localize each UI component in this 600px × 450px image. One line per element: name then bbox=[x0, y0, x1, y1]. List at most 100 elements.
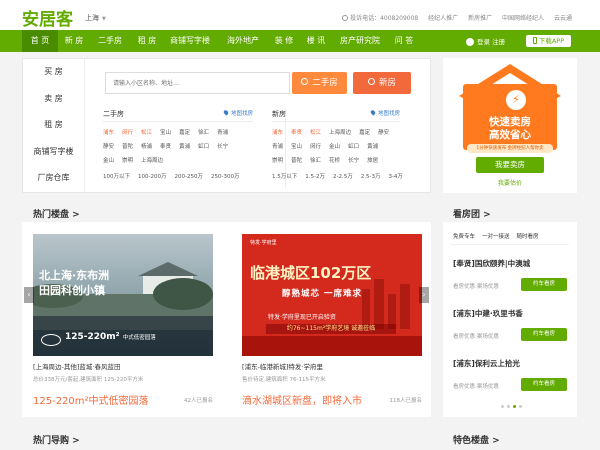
district-link[interactable]: 金山 bbox=[103, 158, 114, 164]
nav-news[interactable]: 楼 讯 bbox=[300, 30, 332, 52]
book-car-button[interactable]: 约车看房 bbox=[521, 278, 567, 291]
second-hand-map-link[interactable]: 地图找房 bbox=[222, 109, 253, 117]
district-link[interactable]: 虹口 bbox=[348, 144, 359, 150]
district-link[interactable]: 浦东 bbox=[272, 130, 283, 136]
search-new-house-button[interactable]: 新房 bbox=[353, 72, 411, 94]
property-image[interactable]: 特发·学府里 临港城区102万区 醇熟城芯 一席难求 特发·学府里现已开启验资 … bbox=[242, 234, 422, 356]
price-link[interactable]: 200-250万 bbox=[174, 174, 202, 180]
district-link[interactable]: 徐汇 bbox=[310, 158, 321, 164]
district-link[interactable]: 嘉定 bbox=[179, 130, 190, 136]
nav-new-house[interactable]: 新 房 bbox=[58, 30, 90, 52]
carousel-dot[interactable] bbox=[518, 405, 522, 408]
download-app-button[interactable]: 下载APP bbox=[526, 35, 571, 47]
tour-section-title[interactable]: 看房团 > bbox=[453, 207, 491, 220]
new-house-map-link[interactable]: 地图找房 bbox=[369, 109, 400, 117]
nav-overseas[interactable]: 海外地产 bbox=[221, 30, 265, 52]
price-link[interactable]: 100-200万 bbox=[138, 174, 166, 180]
district-link[interactable]: 长宁 bbox=[217, 144, 228, 150]
china-agent-link[interactable]: 中国网络经纪人 bbox=[502, 15, 544, 22]
district-link[interactable]: 黄浦 bbox=[179, 144, 190, 150]
price-link[interactable]: 1.5万以下 bbox=[272, 174, 297, 180]
property-image[interactable]: 北上海·东布洲 田园科创小镇 125-220m² 中式低密园落 bbox=[33, 234, 213, 356]
agent-promo-link[interactable]: 经纪人推广 bbox=[428, 15, 458, 22]
property-title[interactable]: [浦东-临港新城]特发·学府里 bbox=[242, 361, 323, 371]
carousel-dot[interactable] bbox=[500, 405, 504, 408]
price-link[interactable]: 2-2.5万 bbox=[333, 174, 353, 180]
district-link[interactable]: 徐汇 bbox=[198, 130, 209, 136]
district-link[interactable]: 普陀 bbox=[291, 158, 302, 164]
nav-decoration[interactable]: 装 修 bbox=[268, 30, 300, 52]
district-link[interactable]: 长宁 bbox=[348, 158, 359, 164]
complaint-phone[interactable]: 投诉电话：4008209008 bbox=[342, 15, 418, 22]
district-link[interactable]: 上海周边 bbox=[329, 130, 351, 136]
district-link[interactable]: 宝山 bbox=[160, 130, 171, 136]
district-link[interactable]: 金山 bbox=[329, 144, 340, 150]
nav-rent[interactable]: 租 房 bbox=[131, 30, 163, 52]
category-sell[interactable]: 卖 房 bbox=[23, 86, 84, 113]
city-selector[interactable]: 上海 ▼ bbox=[85, 13, 106, 23]
district-link[interactable]: 松江 bbox=[310, 130, 321, 136]
price-link[interactable]: 3-4万 bbox=[388, 174, 402, 180]
new-house-title: 新房 bbox=[272, 110, 286, 118]
district-link[interactable]: 静安 bbox=[378, 130, 389, 136]
carousel-dot-active[interactable] bbox=[512, 405, 516, 408]
district-link[interactable]: 青浦 bbox=[272, 144, 283, 150]
district-link[interactable]: 浦东 bbox=[103, 130, 114, 136]
carousel-next-button[interactable]: › bbox=[419, 287, 429, 303]
nav-commercial[interactable]: 商铺写字楼 bbox=[165, 30, 215, 52]
district-link[interactable]: 闵行 bbox=[310, 144, 321, 150]
featured-section-title[interactable]: 特色楼盘 > bbox=[453, 433, 500, 446]
category-commercial[interactable]: 商铺写字楼 bbox=[23, 139, 84, 166]
sell-promo-banner[interactable]: ⚡ 快速卖房 高效省心 1分钟快速发布 金牌经纪人帮你卖 bbox=[457, 62, 563, 153]
carousel-dot[interactable] bbox=[506, 405, 510, 408]
yunyuntong-link[interactable]: 云云通 bbox=[554, 15, 572, 22]
category-rent[interactable]: 租 房 bbox=[23, 112, 84, 139]
district-link[interactable]: 黄浦 bbox=[367, 144, 378, 150]
tour-item-title[interactable]: [浦东]保利云上拾光 bbox=[453, 358, 571, 369]
property-highlight[interactable]: 滴水湖城区新盘，即将入市 bbox=[242, 392, 362, 407]
property-title[interactable]: [上海周边-其他]蓝城·春风蓝田 bbox=[33, 361, 120, 371]
price-link[interactable]: 100万以下 bbox=[103, 174, 130, 180]
price-link[interactable]: 2.5-3万 bbox=[361, 174, 381, 180]
district-link[interactable]: 嘉定 bbox=[359, 130, 370, 136]
district-link[interactable]: 奉贤 bbox=[291, 130, 302, 136]
district-link[interactable]: 松江 bbox=[141, 130, 152, 136]
price-link[interactable]: 250-300万 bbox=[211, 174, 239, 180]
category-buy[interactable]: 买 房 bbox=[23, 59, 84, 86]
tour-item-title[interactable]: [浦东]中建·玖里书香 bbox=[453, 308, 571, 319]
category-factory[interactable]: 厂房仓库 bbox=[23, 165, 84, 192]
sell-house-button[interactable]: 我要卖房 bbox=[476, 157, 544, 173]
district-link[interactable]: 奉贤 bbox=[160, 144, 171, 150]
tour-item-title[interactable]: [奉贤]国欣颐养|中澳城 bbox=[453, 258, 571, 269]
district-link[interactable]: 崇明 bbox=[272, 158, 283, 164]
property-highlight[interactable]: 125-220m²中式低密园落 bbox=[33, 392, 149, 407]
nav-research[interactable]: 房产研究院 bbox=[335, 30, 385, 52]
district-link[interactable]: 花桥 bbox=[329, 158, 340, 164]
district-link[interactable]: 上海周边 bbox=[141, 158, 163, 164]
district-link[interactable]: 杨浦 bbox=[141, 144, 152, 150]
carousel-prev-button[interactable]: ‹ bbox=[24, 287, 34, 303]
district-link[interactable]: 崇明 bbox=[122, 158, 133, 164]
district-link[interactable]: 普陀 bbox=[122, 144, 133, 150]
district-link[interactable]: 宝山 bbox=[291, 144, 302, 150]
nav-second-hand[interactable]: 二手房 bbox=[92, 30, 128, 52]
district-link[interactable]: 静安 bbox=[103, 144, 114, 150]
book-car-button[interactable]: 约车看房 bbox=[521, 378, 567, 391]
search-new-house-label: 新房 bbox=[378, 78, 396, 88]
site-logo[interactable]: 安居客 bbox=[22, 5, 73, 30]
price-link[interactable]: 1.5-2万 bbox=[305, 174, 325, 180]
district-link[interactable]: 虹口 bbox=[198, 144, 209, 150]
nav-qa[interactable]: 问 答 bbox=[388, 30, 420, 52]
district-link[interactable]: 闵行 bbox=[122, 130, 133, 136]
login-register-link[interactable]: 登录 注册 bbox=[466, 36, 505, 46]
search-input[interactable] bbox=[106, 73, 289, 93]
book-car-button[interactable]: 约车看房 bbox=[521, 328, 567, 341]
district-link[interactable]: 旅居 bbox=[367, 158, 378, 164]
search-second-hand-button[interactable]: 二手房 bbox=[292, 72, 347, 94]
hot-section-title[interactable]: 热门楼盘 > bbox=[33, 207, 80, 220]
nav-home[interactable]: 首 页 bbox=[22, 30, 58, 52]
newhouse-promo-link[interactable]: 新房推广 bbox=[468, 15, 492, 22]
district-link[interactable]: 青浦 bbox=[217, 130, 228, 136]
estimate-link[interactable]: 我要估价 bbox=[443, 178, 577, 187]
guide-section-title[interactable]: 热门导购 > bbox=[33, 433, 80, 446]
